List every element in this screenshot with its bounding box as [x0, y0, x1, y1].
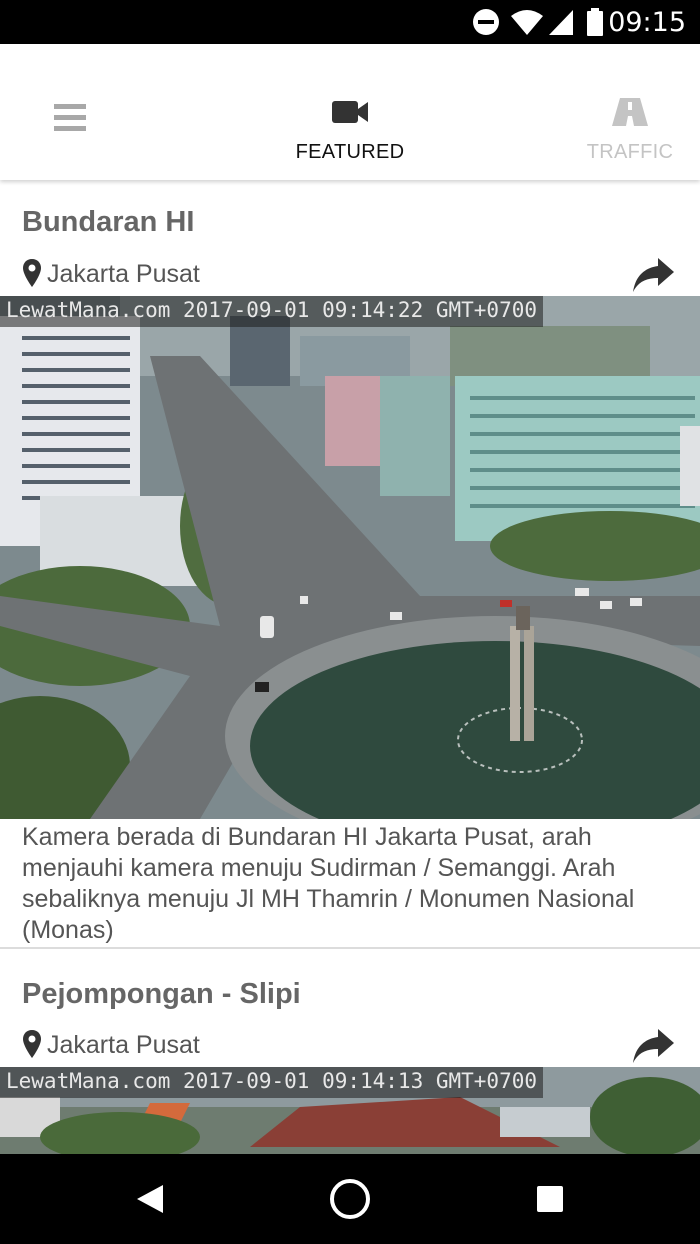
- location-pin-icon: [23, 1030, 41, 1058]
- do-not-disturb-icon: [473, 9, 499, 35]
- recents-icon: [537, 1186, 563, 1212]
- share-icon: [633, 1029, 674, 1063]
- card-divider: [0, 947, 700, 949]
- camera-image[interactable]: LewatMana.com 2017-09-01 09:14:13 GMT+07…: [0, 1067, 700, 1154]
- status-bar: 09:15: [0, 0, 700, 44]
- back-button[interactable]: [125, 1176, 175, 1222]
- camera-snapshot-bundaran-hi: [0, 296, 700, 819]
- camera-timestamp: LewatMana.com 2017-09-01 09:14:22 GMT+07…: [0, 296, 544, 327]
- back-icon: [137, 1185, 163, 1213]
- card-location-text: Jakarta Pusat: [47, 1031, 200, 1059]
- hamburger-menu-icon: [54, 104, 86, 131]
- share-button[interactable]: [630, 1027, 676, 1067]
- share-icon: [633, 258, 674, 292]
- home-icon: [330, 1179, 370, 1219]
- tab-featured[interactable]: FEATURED: [260, 96, 440, 176]
- camera-feed-list[interactable]: Bundaran HI Jakarta Pusat LewatMana.com …: [0, 180, 700, 1154]
- home-button[interactable]: [325, 1176, 375, 1222]
- video-camera-icon: [332, 101, 368, 123]
- menu-button[interactable]: [40, 96, 100, 140]
- tab-traffic-label: TRAFFIC: [586, 141, 674, 163]
- card-description: Kamera berada di Bundaran HI Jakarta Pus…: [22, 823, 635, 944]
- location-pin-icon: [23, 259, 41, 287]
- tab-featured-label: FEATURED: [295, 141, 405, 163]
- tab-traffic[interactable]: TRAFFIC: [540, 96, 700, 176]
- battery-icon: [587, 8, 603, 36]
- app-bar: FEATURED TRAFFIC: [0, 44, 700, 180]
- navigation-bar: [0, 1154, 700, 1244]
- road-icon: [612, 98, 648, 126]
- card-title: Bundaran HI: [22, 206, 195, 238]
- status-time: 09:15: [608, 7, 686, 38]
- recents-button[interactable]: [525, 1176, 575, 1222]
- share-button[interactable]: [630, 256, 676, 296]
- signal-icon: [549, 10, 573, 35]
- wifi-icon: [511, 10, 543, 35]
- camera-timestamp: LewatMana.com 2017-09-01 09:14:13 GMT+07…: [0, 1067, 544, 1098]
- camera-image[interactable]: LewatMana.com 2017-09-01 09:14:22 GMT+07…: [0, 296, 700, 819]
- card-title: Pejompongan - Slipi: [22, 978, 301, 1010]
- card-location-text: Jakarta Pusat: [47, 260, 200, 288]
